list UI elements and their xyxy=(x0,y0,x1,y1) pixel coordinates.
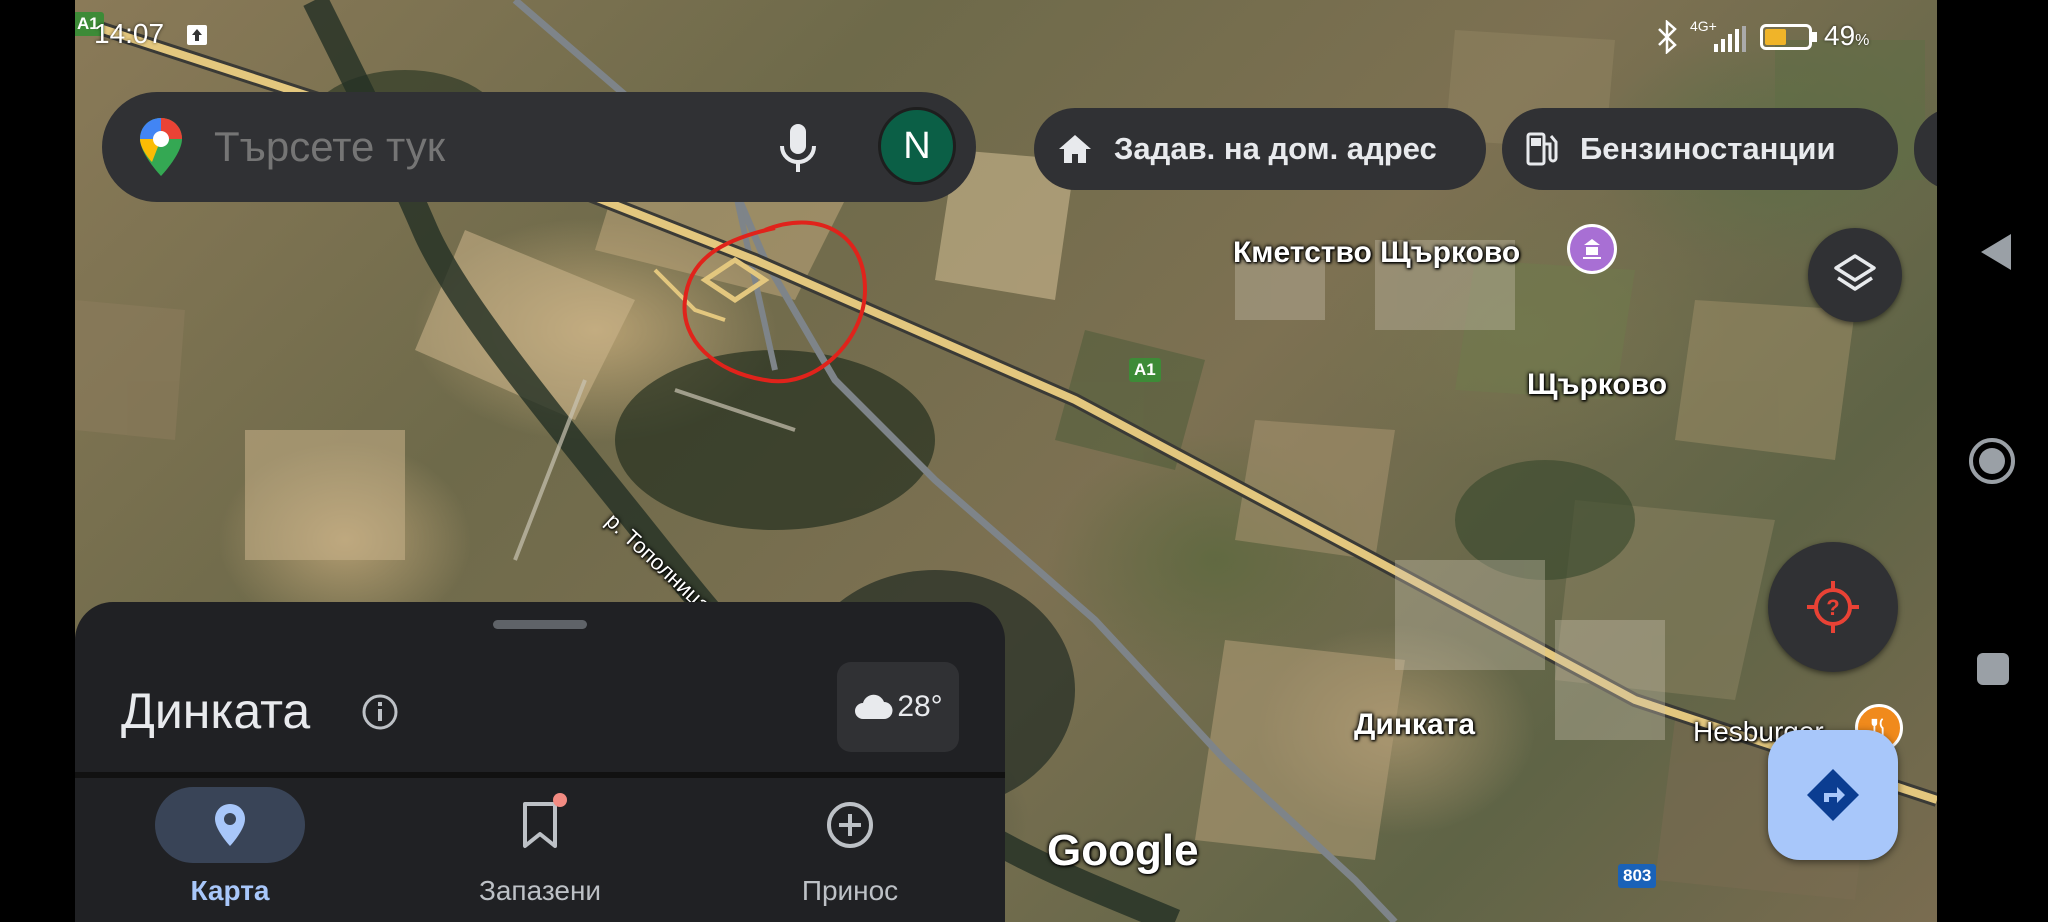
road-shield-803: 803 xyxy=(1618,864,1657,888)
search-input[interactable] xyxy=(214,123,734,171)
nav-tab-map[interactable]: Карта xyxy=(115,778,345,922)
sheet-drag-handle[interactable] xyxy=(493,620,587,629)
add-circle-icon xyxy=(827,802,873,848)
battery-tip xyxy=(1812,32,1817,42)
home-circle-icon[interactable] xyxy=(1966,435,2018,487)
directions-button[interactable] xyxy=(1768,730,1898,860)
status-time: 14:07 xyxy=(94,18,165,49)
gas-stations-chip[interactable]: Бензиностанции xyxy=(1502,108,1898,190)
recents-icon[interactable] xyxy=(1975,651,2011,687)
weather-chip[interactable]: 28° xyxy=(837,662,959,752)
directions-icon xyxy=(1807,769,1859,821)
bookmark-icon xyxy=(523,802,557,848)
nav-tab-saved-icon-wrap xyxy=(521,787,567,863)
back-icon[interactable] xyxy=(1975,230,2015,274)
battery-icon xyxy=(1760,24,1812,50)
my-location-button[interactable]: ? xyxy=(1768,542,1898,672)
road-shield-a1: A1 xyxy=(1129,358,1161,382)
battery-percent-suffix: % xyxy=(1855,32,1870,49)
svg-text:?: ? xyxy=(1826,595,1839,620)
home-icon xyxy=(1059,135,1091,163)
place-sheet[interactable]: Динката 28° xyxy=(75,602,1005,772)
village-label-dinkata[interactable]: Динката xyxy=(1354,708,1475,742)
nav-tab-saved-label: Запазени xyxy=(478,875,602,906)
nav-tab-map-indicator xyxy=(155,787,305,863)
gas-stations-chip-label: Бензиностанции xyxy=(1580,131,1836,166)
weather-temperature: 28° xyxy=(897,690,943,723)
bluetooth-icon xyxy=(1658,20,1677,54)
nav-tab-contribute-icon-wrap xyxy=(825,787,875,863)
info-icon[interactable] xyxy=(360,692,400,732)
upload-notification-icon xyxy=(187,25,207,45)
government-building-icon xyxy=(1583,239,1601,259)
battery-fill xyxy=(1765,29,1786,45)
notification-dot xyxy=(553,793,567,807)
microphone-icon[interactable] xyxy=(778,122,818,174)
phone-screen: A1 A1 803 Кметство Щърково Щърково р. То… xyxy=(0,0,2048,922)
google-maps-logo-icon xyxy=(140,118,182,176)
battery-percent: 49% xyxy=(1824,20,1869,52)
map-pin-icon xyxy=(215,804,245,846)
bottom-navigation: Карта Запазени Принос xyxy=(75,772,1005,922)
location-unknown-icon: ? xyxy=(1807,581,1859,633)
set-home-chip-label: Задав. на дом. адрес xyxy=(1114,131,1437,166)
place-title: Динката xyxy=(121,683,311,739)
search-bar[interactable]: N xyxy=(102,92,976,202)
signal-icon xyxy=(1714,26,1746,52)
avatar-letter: N xyxy=(903,124,931,167)
google-logo: Google xyxy=(1047,826,1199,875)
layers-icon xyxy=(1834,254,1876,291)
gas-station-icon xyxy=(1526,132,1558,166)
town-hall-pin[interactable] xyxy=(1567,224,1617,274)
town-hall-label[interactable]: Кметство Щърково xyxy=(1233,236,1520,270)
battery-percent-value: 49 xyxy=(1824,20,1856,51)
account-avatar[interactable]: N xyxy=(878,107,956,185)
village-label-shtarkovo[interactable]: Щърково xyxy=(1527,368,1667,402)
cloud-icon xyxy=(855,694,893,719)
nav-tab-contribute[interactable]: Принос xyxy=(735,778,965,922)
nav-tab-map-label: Карта xyxy=(190,875,270,906)
set-home-chip[interactable]: Задав. на дом. адрес xyxy=(1034,108,1486,190)
nav-tab-contribute-label: Принос xyxy=(801,875,899,906)
nav-tab-saved[interactable]: Запазени xyxy=(425,778,655,922)
layers-button[interactable] xyxy=(1808,228,1902,322)
